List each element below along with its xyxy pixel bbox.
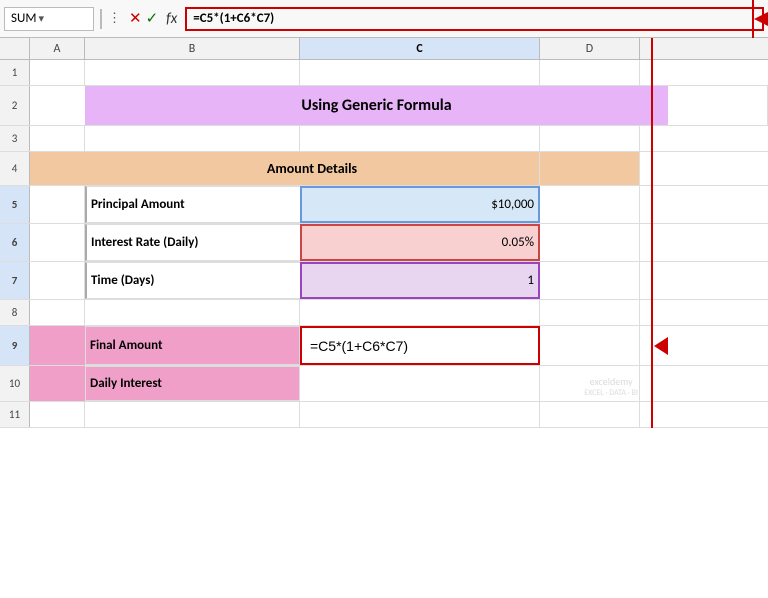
cell-d8[interactable]: [540, 300, 640, 325]
cell-a9[interactable]: [30, 326, 85, 365]
cell-a3[interactable]: [30, 126, 85, 151]
row-8: 8: [0, 300, 768, 326]
row-3: 3: [0, 126, 768, 152]
cell-d9[interactable]: [540, 326, 640, 365]
col-header-c: C: [300, 38, 540, 59]
row-num-6: 6: [0, 224, 30, 261]
cell-b5[interactable]: Principal Amount: [85, 186, 300, 223]
row-11: 11: [0, 402, 768, 428]
cell-d2[interactable]: [668, 86, 768, 125]
row-num-8: 8: [0, 300, 30, 325]
col-header-a: A: [30, 38, 85, 59]
cell-d6[interactable]: [540, 224, 640, 261]
cell-title-merged: Using Generic Formula: [85, 86, 668, 125]
corner-cell: [0, 38, 30, 59]
row-num-4: 4: [0, 152, 30, 185]
cell-a1[interactable]: [30, 60, 85, 85]
row-num-2: 2: [0, 86, 30, 125]
formula-bar-divider: [100, 9, 102, 29]
spreadsheet: A B C D 1 2 Using Generic Formula 3: [0, 38, 768, 428]
row-num-1: 1: [0, 60, 30, 85]
cell-b7[interactable]: Time (Days): [85, 262, 300, 299]
cell-a10[interactable]: [30, 366, 85, 401]
cell-c7[interactable]: 1: [300, 262, 540, 299]
row-num-9: 9: [0, 326, 30, 365]
cell-d11[interactable]: [540, 402, 640, 427]
cell-b11[interactable]: [85, 402, 300, 427]
cell-d4[interactable]: [540, 152, 640, 185]
cell-b6[interactable]: Interest Rate (Daily): [85, 224, 300, 261]
name-box-value: SUM: [11, 11, 36, 26]
fx-label: fx: [166, 10, 177, 28]
formula-bar-dots[interactable]: ⋮: [108, 11, 121, 26]
row-9: 9 Final Amount =C5*(1+C6*C7): [0, 326, 768, 366]
cell-amount-details-header: Amount Details: [85, 152, 540, 185]
name-box[interactable]: SUM ▾: [4, 7, 94, 31]
cell-c8[interactable]: [300, 300, 540, 325]
row-2: 2 Using Generic Formula: [0, 86, 768, 126]
cell-a5[interactable]: [30, 186, 85, 223]
cell-c9[interactable]: =C5*(1+C6*C7): [300, 326, 540, 365]
row-5: 5 Principal Amount $10,000: [0, 186, 768, 224]
formula-bar-icons: ✕ ✓: [129, 9, 158, 28]
arrow-cell-c9: [654, 337, 668, 355]
cell-c3[interactable]: [300, 126, 540, 151]
cell-b3[interactable]: [85, 126, 300, 151]
cell-a4[interactable]: [30, 152, 85, 185]
row-6: 6 Interest Rate (Daily) 0.05%: [0, 224, 768, 262]
row-num-7: 7: [0, 262, 30, 299]
cancel-icon[interactable]: ✕: [129, 9, 142, 28]
cell-c6[interactable]: 0.05%: [300, 224, 540, 261]
column-headers: A B C D: [0, 38, 768, 60]
watermark: exceldemy EXCEL · DATA · BI: [584, 375, 638, 398]
cell-c10[interactable]: [300, 366, 540, 401]
row-1: 1: [0, 60, 768, 86]
col-header-d: D: [540, 38, 640, 59]
cell-c11[interactable]: [300, 402, 540, 427]
formula-display: =C5*(1+C6*C7): [310, 338, 408, 354]
formula-bar: SUM ▾ ⋮ ✕ ✓ fx =C5*(1+C6*C7): [0, 0, 768, 38]
name-box-arrow[interactable]: ▾: [38, 12, 44, 25]
cell-b9[interactable]: Final Amount: [85, 326, 300, 365]
formula-text: =C5*(1+C6*C7): [193, 11, 274, 26]
row-num-10: 10: [0, 366, 30, 401]
arrow-left-formula: [754, 12, 768, 26]
formula-arrow-indicator: [750, 0, 768, 38]
cell-c5[interactable]: $10,000: [300, 186, 540, 223]
row-10: 10 Daily Interest: [0, 366, 768, 402]
cell-a2[interactable]: [30, 86, 85, 125]
confirm-icon[interactable]: ✓: [146, 9, 159, 28]
cell-a11[interactable]: [30, 402, 85, 427]
cell-d3[interactable]: [540, 126, 640, 151]
cell-a8[interactable]: [30, 300, 85, 325]
cell-a7[interactable]: [30, 262, 85, 299]
row-num-11: 11: [0, 402, 30, 427]
cell-c1[interactable]: [300, 60, 540, 85]
cell-d7[interactable]: [540, 262, 640, 299]
cell-d1[interactable]: [540, 60, 640, 85]
row-7: 7 Time (Days) 1: [0, 262, 768, 300]
col-header-b: B: [85, 38, 300, 59]
cell-d5[interactable]: [540, 186, 640, 223]
row-num-3: 3: [0, 126, 30, 151]
cell-a6[interactable]: [30, 224, 85, 261]
row-4: 4 Amount Details: [0, 152, 768, 186]
row-num-5: 5: [0, 186, 30, 223]
cell-b8[interactable]: [85, 300, 300, 325]
formula-input[interactable]: =C5*(1+C6*C7): [185, 7, 764, 31]
cell-b1[interactable]: [85, 60, 300, 85]
cell-b10[interactable]: Daily Interest: [85, 366, 300, 401]
